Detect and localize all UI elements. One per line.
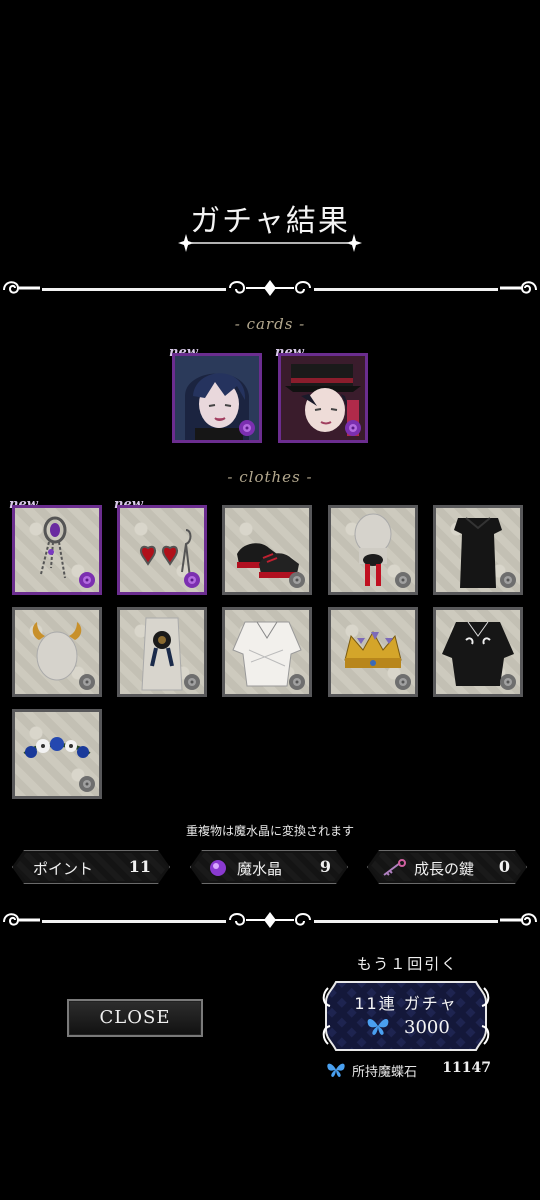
rose-rarity-icon	[184, 572, 200, 588]
clothes-item[interactable]	[12, 709, 102, 799]
rose-rarity-icon	[500, 572, 516, 588]
clothes-item[interactable]	[117, 607, 207, 697]
divider-swirl-left-icon	[0, 908, 42, 932]
rose-rarity-icon	[79, 674, 95, 690]
crystal-label: 魔水晶	[237, 860, 283, 878]
divider-swirl-right-icon	[498, 908, 540, 932]
owned-value: 11147	[442, 1060, 491, 1076]
rose-rarity-icon	[395, 674, 411, 690]
rose-rarity-icon	[239, 420, 255, 436]
butterfly-stone-icon	[367, 1019, 389, 1035]
clothes-item[interactable]	[328, 505, 418, 595]
rose-rarity-icon	[79, 776, 95, 792]
points-counter: ポイント 11	[12, 850, 170, 884]
clothes-section-label: - clothes -	[227, 468, 313, 486]
close-button[interactable]: CLOSE	[67, 999, 203, 1037]
clothes-item[interactable]	[12, 607, 102, 697]
top-divider	[0, 276, 540, 300]
divider-center-ornament-icon	[226, 908, 314, 932]
rose-rarity-icon	[289, 674, 305, 690]
rose-rarity-icon	[79, 572, 95, 588]
duplicate-notice: 重複物は魔水晶に変換されます	[185, 824, 354, 838]
card-item[interactable]	[278, 353, 368, 443]
magic-crystal-icon	[209, 859, 227, 877]
rose-rarity-icon	[345, 420, 361, 436]
pull-again-label: もう１回引く	[356, 955, 459, 973]
clothes-item[interactable]	[222, 607, 312, 697]
rose-rarity-icon	[395, 572, 411, 588]
key-label: 成長の鍵	[414, 860, 475, 878]
divider-swirl-left-icon	[0, 276, 42, 300]
butterfly-stone-icon	[327, 1063, 345, 1077]
owned-label: 所持魔蝶石	[352, 1065, 418, 1080]
divider-swirl-right-icon	[498, 276, 540, 300]
rose-rarity-icon	[184, 674, 200, 690]
gacha-cost: 3000	[404, 1017, 450, 1038]
card-item[interactable]	[172, 353, 262, 443]
clothes-item[interactable]	[117, 505, 207, 595]
bottom-divider	[0, 908, 540, 932]
points-value: 11	[128, 857, 151, 876]
growth-key-icon	[382, 859, 408, 877]
cards-section-label: - cards -	[234, 315, 306, 333]
crystal-value: 9	[319, 857, 331, 876]
divider-center-ornament-icon	[226, 276, 314, 300]
owned-butterfly-stones: 所持魔蝶石 11147	[326, 1060, 491, 1080]
clothes-item[interactable]	[12, 505, 102, 595]
key-value: 0	[498, 857, 510, 876]
crystal-counter: 魔水晶 9	[190, 850, 348, 884]
clothes-item[interactable]	[328, 607, 418, 697]
gacha-button-label: 11連 ガチャ	[354, 994, 458, 1013]
clothes-item[interactable]	[433, 505, 523, 595]
clothes-item[interactable]	[222, 505, 312, 595]
clothes-item[interactable]	[433, 607, 523, 697]
gacha-11-pull-button[interactable]: 11連 ガチャ 3000	[322, 978, 490, 1054]
title-ornament	[178, 234, 362, 252]
rose-rarity-icon	[500, 674, 516, 690]
rose-rarity-icon	[289, 572, 305, 588]
key-counter: 成長の鍵 0	[367, 850, 527, 884]
points-label: ポイント	[33, 860, 94, 878]
